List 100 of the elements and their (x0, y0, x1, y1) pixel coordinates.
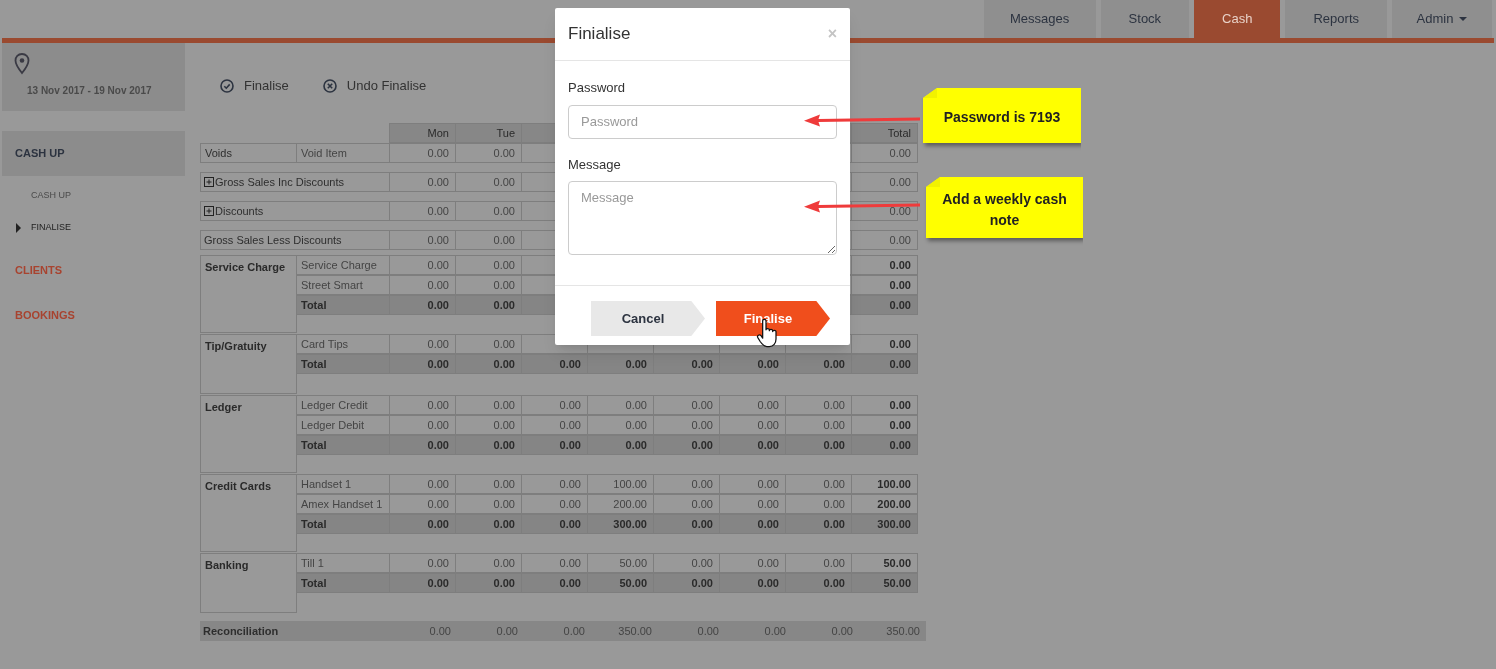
table-cell: 0.00 (785, 435, 852, 455)
table-cell: 0.00 (389, 275, 456, 295)
table-cell: 0.00 (389, 474, 456, 494)
table-cell: 0.00 (719, 514, 786, 534)
table-cell-text: 0.00 (428, 623, 452, 639)
submenu-item[interactable]: CASH UP (31, 189, 71, 203)
table-cell: 0.00 (389, 415, 456, 435)
table-cell: 0.00 (785, 553, 852, 573)
table-cell: 0.00 (455, 553, 522, 573)
sidebar-item[interactable]: BOOKINGS (2, 293, 185, 338)
table-cell: 0.00 (851, 275, 918, 295)
cancel-button[interactable]: Cancel (591, 301, 705, 336)
table-cell: 0.00 (851, 230, 918, 250)
table-cell: 0.00 (389, 143, 456, 163)
table-cell: 0.00 (521, 395, 588, 415)
location-pin-icon (14, 53, 30, 75)
table-cell: 0.00 (389, 573, 456, 593)
action-link[interactable]: Undo Finalise (322, 76, 427, 96)
submenu-item[interactable]: FINALISE (31, 221, 71, 235)
table-cell: 0.00 (521, 573, 588, 593)
table-cell: 0.00 (455, 334, 522, 354)
table-cell: Total (296, 573, 390, 593)
table-cell: 0.00 (851, 415, 918, 435)
callout-note: Add a weekly cash note (926, 177, 1083, 238)
table-cell: 0.00 (389, 395, 456, 415)
table-cell: 0.00 (851, 172, 918, 192)
nav-tab[interactable]: Messages (983, 0, 1096, 38)
table-cell: 0.00 (455, 201, 522, 221)
table-cell: Total (296, 435, 390, 455)
table-cell: 0.00 (851, 395, 918, 415)
column-header: Tue (455, 123, 522, 143)
table-cell: 0.00 (653, 395, 720, 415)
table-cell: 0.00 (719, 494, 786, 514)
table-cell: 0.00 (455, 172, 522, 192)
table-cell: 0.00 (389, 435, 456, 455)
table-cell-text: 350.00 (885, 623, 921, 639)
table-cell: 0.00 (851, 255, 918, 275)
table-cell: Handset 1 (296, 474, 390, 494)
table-cell: 0.00 (785, 514, 852, 534)
table-cell: 0.00 (455, 415, 522, 435)
table-cell: 0.00 (455, 354, 522, 374)
table-cell: 0.00 (521, 474, 588, 494)
column-header: Total (851, 123, 918, 143)
row-label: Gross Sales Inc Discounts (215, 174, 344, 190)
table-cell: 0.00 (653, 514, 720, 534)
action-link[interactable]: Finalise (220, 76, 289, 96)
table-cell: 0.00 (719, 354, 786, 374)
table-cell: 0.00 (455, 514, 522, 534)
table-cell: Amex Handset 1 (296, 494, 390, 514)
nav-tab[interactable]: Cash (1194, 0, 1281, 38)
table-cell-text: 0.00 (562, 623, 586, 639)
table-cell: 0.00 (455, 230, 522, 250)
table-cell: 0.00 (719, 415, 786, 435)
table-cell: 0.00 (653, 415, 720, 435)
table-cell: 0.00 (455, 474, 522, 494)
table-cell: 0.00 (653, 474, 720, 494)
table-cell: 0.00 (719, 474, 786, 494)
table-cell: 0.00 (389, 172, 456, 192)
table-cell: 50.00 (851, 553, 918, 573)
table-cell: 0.00 (521, 354, 588, 374)
table-cell: 0.00 (653, 354, 720, 374)
message-field[interactable]: Message (568, 181, 837, 255)
table-cell: 0.00 (587, 435, 654, 455)
table-cell: 100.00 (587, 474, 654, 494)
table-cell: 0.00 (455, 143, 522, 163)
table-cell: 0.00 (785, 354, 852, 374)
table-cell: 0.00 (785, 474, 852, 494)
expand-icon[interactable] (204, 177, 214, 187)
row-label: Reconciliation (203, 623, 279, 639)
table-cell: Service Charge (296, 255, 390, 275)
group-label: Ledger (200, 395, 297, 473)
sidebar-item[interactable]: CASH UP (2, 131, 185, 176)
table-cell: 0.00 (851, 201, 918, 221)
nav-tab[interactable]: Stock (1100, 0, 1190, 38)
finalise-button[interactable]: Finalise (716, 301, 830, 336)
table-cell: 0.00 (455, 494, 522, 514)
nav-tab[interactable]: Reports (1285, 0, 1387, 38)
table-cell: 0.00 (851, 295, 918, 315)
table-cell: 0.00 (785, 494, 852, 514)
table-cell-text: 350.00 (617, 623, 653, 639)
table-cell: 0.00 (389, 230, 456, 250)
password-field[interactable]: Password (568, 104, 837, 139)
table-cell-text: 0.00 (696, 623, 720, 639)
table-cell: 0.00 (587, 395, 654, 415)
table-cell: 0.00 (389, 354, 456, 374)
table-cell: 300.00 (587, 514, 654, 534)
table-cell: 300.00 (851, 514, 918, 534)
nav-tab[interactable]: Admin (1392, 0, 1492, 38)
table-cell-text: 0.00 (830, 623, 854, 639)
expand-icon[interactable] (204, 206, 214, 216)
callout-note: Password is 7193 (923, 88, 1081, 143)
table-cell: 0.00 (389, 334, 456, 354)
table-cell: 0.00 (389, 494, 456, 514)
table-cell: 200.00 (587, 494, 654, 514)
date-range: 13 Nov 2017 - 19 Nov 2017 (27, 84, 153, 98)
sidebar-item[interactable]: CLIENTS (2, 248, 185, 293)
table-cell: Card Tips (296, 334, 390, 354)
table-cell: 0.00 (719, 573, 786, 593)
group-label: Credit Cards (200, 474, 297, 552)
table-cell: 0.00 (851, 143, 918, 163)
